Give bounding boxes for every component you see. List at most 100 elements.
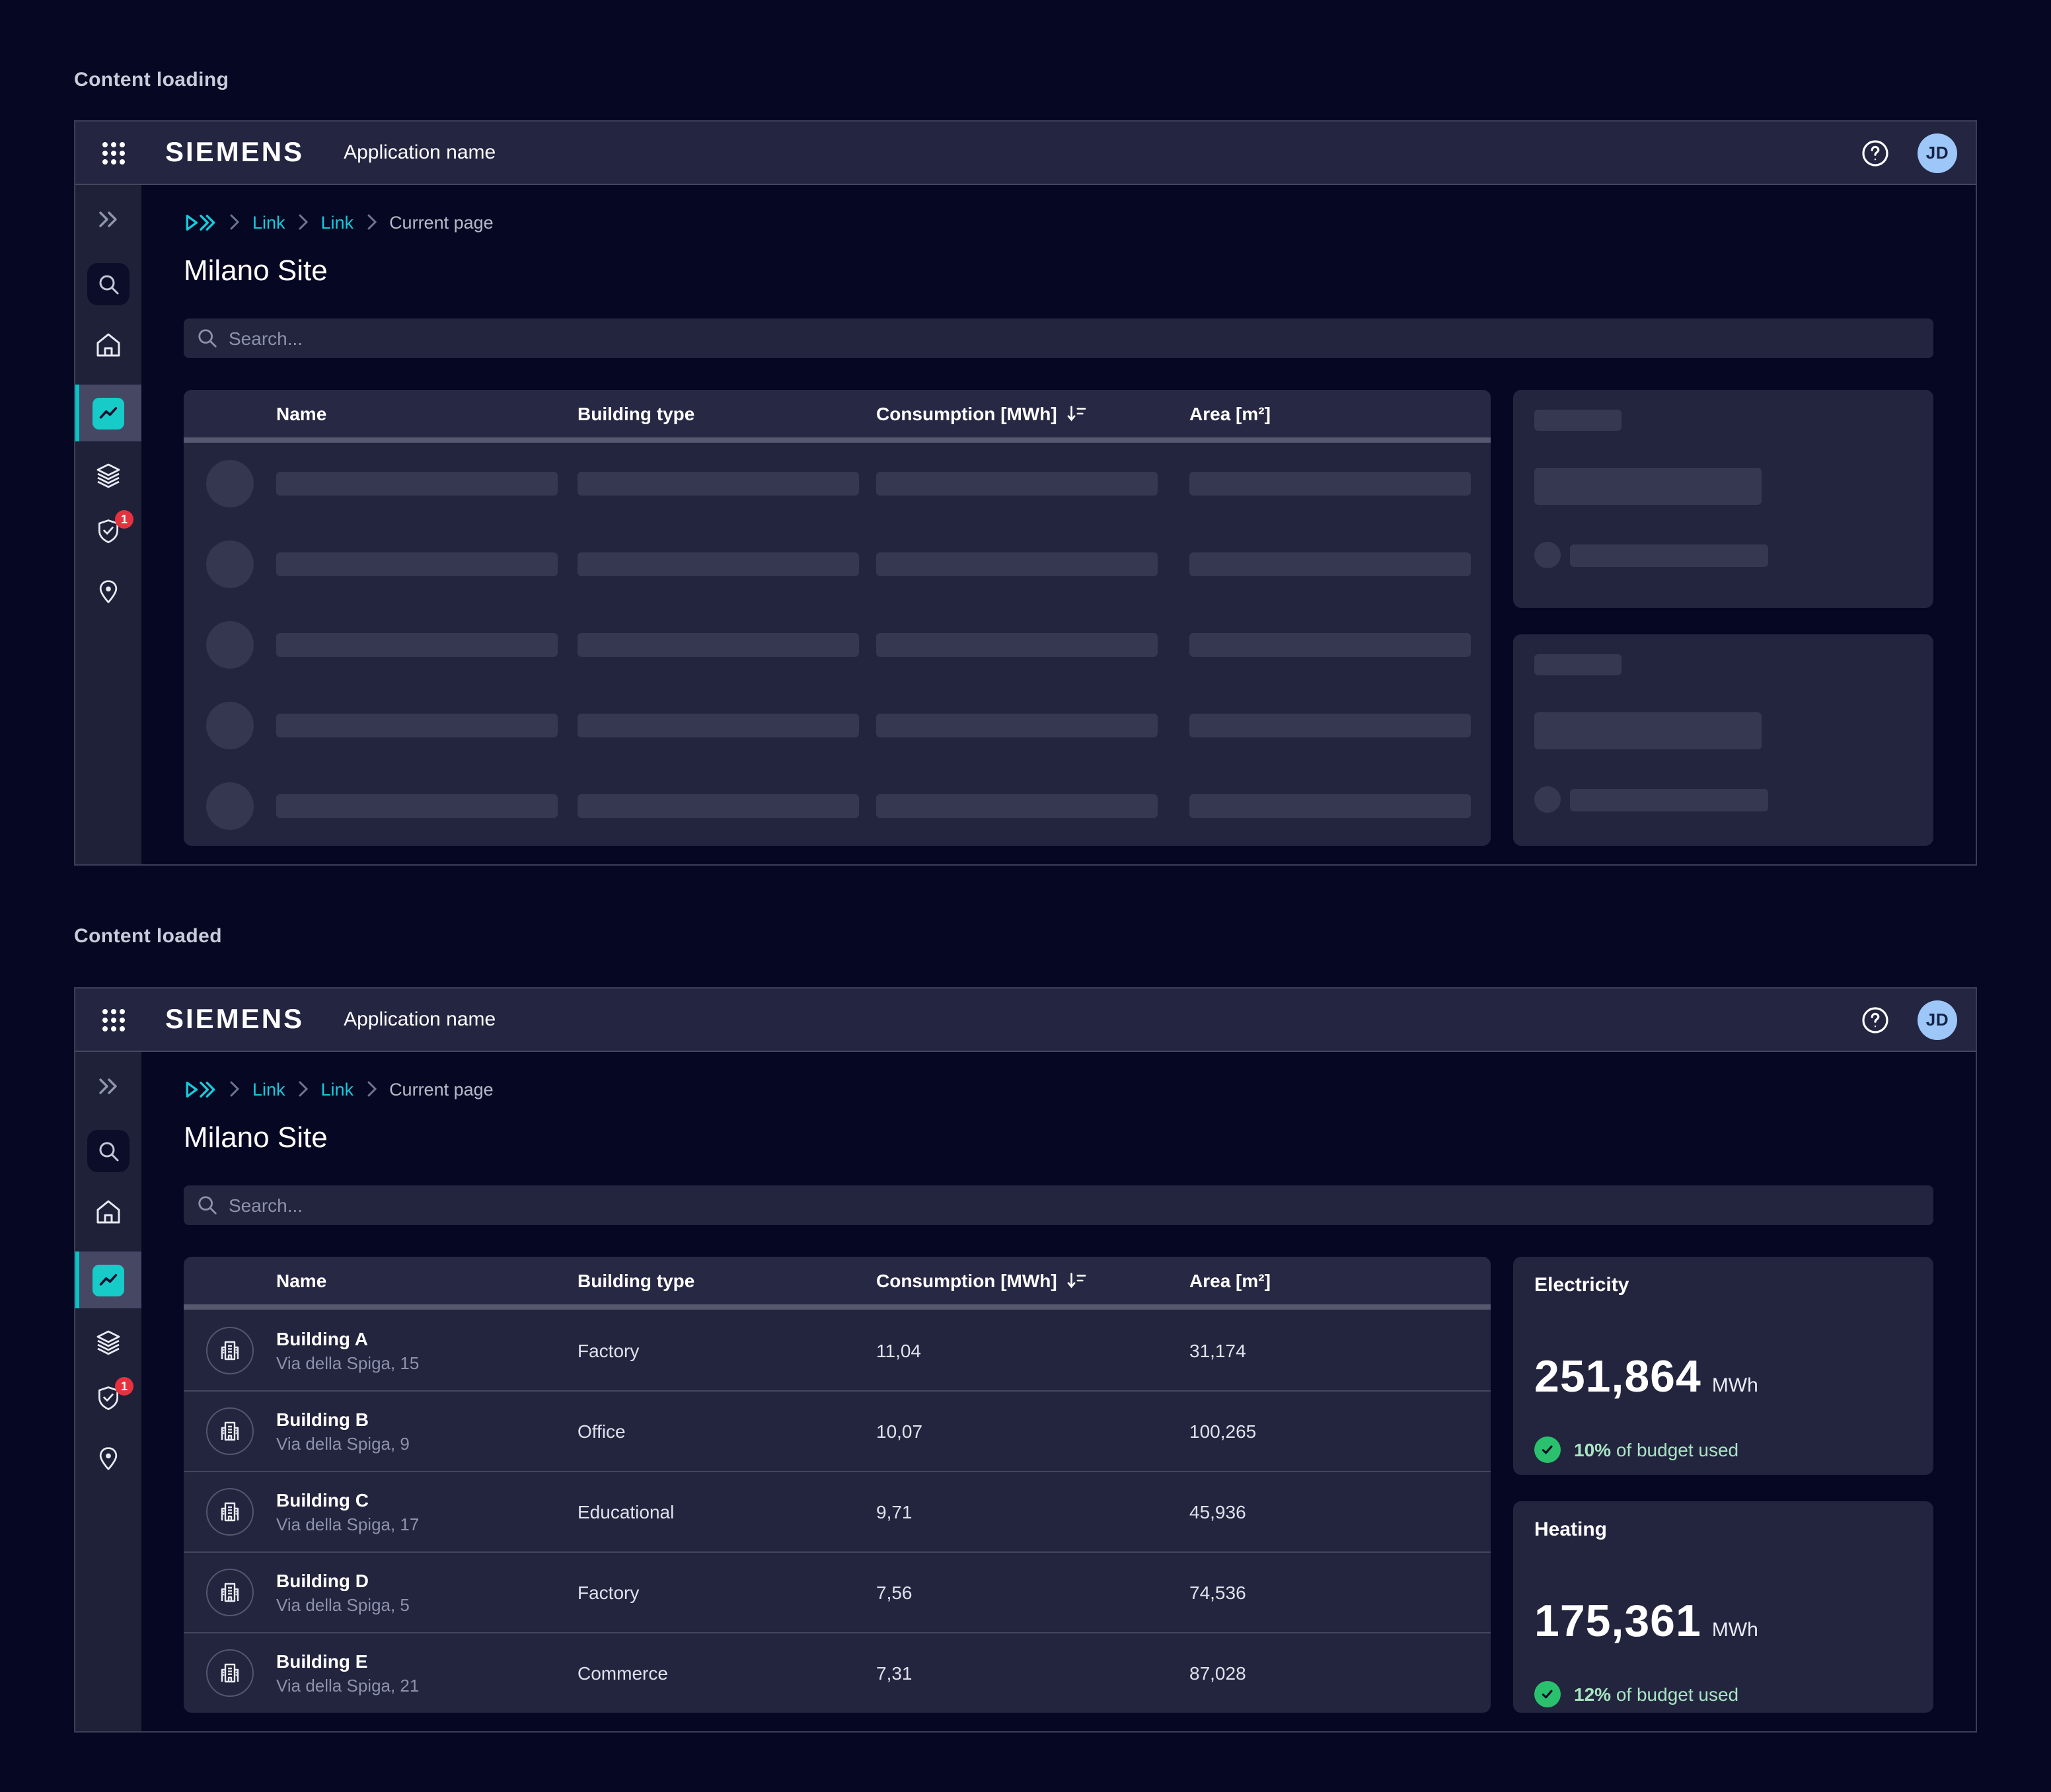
- sidebar: 1: [75, 1052, 141, 1731]
- sidebar-item-security[interactable]: 1: [75, 1384, 141, 1411]
- sidebar-item-locations[interactable]: [75, 1444, 141, 1472]
- sidebar-item-security[interactable]: 1: [75, 517, 141, 544]
- sidebar-expand-icon[interactable]: [75, 1076, 141, 1097]
- kpi-title: Heating: [1534, 1517, 1912, 1544]
- search-bar: [184, 318, 1933, 358]
- table-row[interactable]: Building D Via della Spiga, 5 Factory 7,…: [184, 1551, 1491, 1632]
- skeleton-bar: [276, 632, 558, 656]
- table-row[interactable]: Building B Via della Spiga, 9 Office 10,…: [184, 1390, 1491, 1471]
- skeleton-bar: [1534, 712, 1762, 749]
- app-launcher-grid-icon[interactable]: [96, 135, 131, 170]
- sidebar-item-layers[interactable]: [75, 461, 141, 490]
- cell-building-type: Office: [578, 1421, 876, 1442]
- sidebar-item-analytics-active[interactable]: [75, 1251, 141, 1308]
- column-header-consumption[interactable]: Consumption [MWh]: [876, 403, 1189, 424]
- cell-building-type: Factory: [578, 1582, 876, 1603]
- skeleton-bar: [578, 471, 859, 495]
- sidebar-item-locations[interactable]: [75, 578, 141, 605]
- search-icon: [197, 1195, 218, 1216]
- location-pin-icon: [95, 578, 122, 605]
- breadcrumb-link-1[interactable]: Link: [252, 1079, 285, 1099]
- table-header-row: Name Building type Consumption [MWh]: [184, 390, 1491, 437]
- home-icon: [94, 330, 123, 359]
- building-name: Building D: [276, 1570, 410, 1592]
- cell-consumption: 10,07: [876, 1421, 1189, 1442]
- table-header-divider: [184, 437, 1491, 443]
- skeleton-bar: [876, 794, 1158, 817]
- user-avatar[interactable]: JD: [1918, 133, 1957, 172]
- kpi-unit: MWh: [1712, 1619, 1758, 1641]
- budget-status-text: 12% of budget used: [1574, 1684, 1738, 1705]
- skeleton-avatar: [206, 782, 254, 829]
- sidebar-item-layers[interactable]: [75, 1328, 141, 1357]
- skeleton-bar: [876, 471, 1158, 495]
- sidebar-item-search[interactable]: [75, 1130, 141, 1172]
- skeleton-bar: [1189, 552, 1471, 576]
- sidebar-expand-icon[interactable]: [75, 209, 141, 230]
- app-window-loading: SIEMENS Application name JD: [74, 120, 1977, 866]
- sidebar-item-analytics-active[interactable]: [75, 385, 141, 441]
- table-row[interactable]: Building A Via della Spiga, 15 Factory 1…: [184, 1310, 1491, 1390]
- budget-status-text: 10% of budget used: [1574, 1439, 1738, 1460]
- skeleton-table-row: [184, 523, 1491, 604]
- table-row[interactable]: Building C Via della Spiga, 17 Education…: [184, 1471, 1491, 1551]
- user-avatar[interactable]: JD: [1918, 1000, 1957, 1039]
- help-icon[interactable]: [1859, 1004, 1891, 1035]
- skeleton-bar: [1189, 713, 1471, 737]
- skeleton-kpi-card: [1513, 634, 1933, 846]
- column-header-building-type: Building type: [578, 403, 876, 424]
- cell-consumption: 7,56: [876, 1582, 1189, 1603]
- app-header: SIEMENS Application name JD: [75, 122, 1976, 185]
- skeleton-table-row: [184, 685, 1491, 765]
- sort-descending-icon: [1066, 1271, 1086, 1290]
- building-name: Building E: [276, 1651, 419, 1673]
- app-launcher-grid-icon[interactable]: [96, 1002, 131, 1037]
- chevron-right-icon: [299, 1081, 308, 1097]
- breadcrumb-link-2[interactable]: Link: [321, 212, 354, 232]
- skeleton-bar: [276, 713, 558, 737]
- column-header-area: Area [m²]: [1189, 403, 1491, 424]
- table-header-divider: [184, 1304, 1491, 1310]
- building-name: Building A: [276, 1327, 419, 1350]
- column-header-name: Name: [184, 403, 578, 424]
- sort-descending-icon: [1066, 404, 1086, 423]
- building-address: Via della Spiga, 21: [276, 1676, 419, 1696]
- notification-badge: 1: [115, 1377, 133, 1396]
- breadcrumb-root-icon[interactable]: [184, 1079, 217, 1099]
- kpi-card-electricity: Electricity 251,864 MWh: [1513, 1257, 1933, 1475]
- help-icon[interactable]: [1859, 137, 1891, 168]
- sidebar-item-search[interactable]: [75, 263, 141, 305]
- skeleton-bar: [578, 552, 859, 576]
- building-icon: [206, 1569, 254, 1616]
- table-header-row: Name Building type Consumption [MWh]: [184, 1257, 1491, 1304]
- content-area: Link Link Current page Milano Site: [141, 185, 1976, 864]
- breadcrumb-link-2[interactable]: Link: [321, 1079, 354, 1099]
- app-header: SIEMENS Application name JD: [75, 989, 1976, 1052]
- siemens-logo: SIEMENS: [165, 137, 304, 168]
- search-bar: [184, 1185, 1933, 1225]
- building-icon: [206, 1407, 254, 1455]
- skeleton-bar: [1189, 632, 1471, 656]
- skeleton-table-row: [184, 765, 1491, 846]
- cell-building-type: Commerce: [578, 1662, 876, 1684]
- cell-consumption: 7,31: [876, 1662, 1189, 1684]
- cell-area: 100,265: [1189, 1421, 1491, 1442]
- skeleton-bar: [1570, 788, 1768, 811]
- search-icon: [87, 1130, 130, 1172]
- breadcrumb-link-1[interactable]: Link: [252, 212, 285, 232]
- siemens-logo: SIEMENS: [165, 1004, 304, 1035]
- kpi-unit: MWh: [1712, 1374, 1758, 1397]
- skeleton-avatar: [206, 701, 254, 749]
- breadcrumb-root-icon[interactable]: [184, 212, 217, 232]
- cell-area: 45,936: [1189, 1501, 1491, 1522]
- skeleton-circle: [1534, 786, 1561, 813]
- search-input[interactable]: [184, 1185, 1933, 1225]
- search-input[interactable]: [184, 318, 1933, 358]
- column-header-consumption[interactable]: Consumption [MWh]: [876, 1270, 1189, 1291]
- sidebar-item-home[interactable]: [75, 330, 141, 359]
- skeleton-avatar: [206, 459, 254, 507]
- sidebar-item-home[interactable]: [75, 1197, 141, 1226]
- skeleton-bar: [276, 471, 558, 495]
- table-row[interactable]: Building E Via della Spiga, 21 Commerce …: [184, 1632, 1491, 1713]
- search-icon: [197, 328, 218, 349]
